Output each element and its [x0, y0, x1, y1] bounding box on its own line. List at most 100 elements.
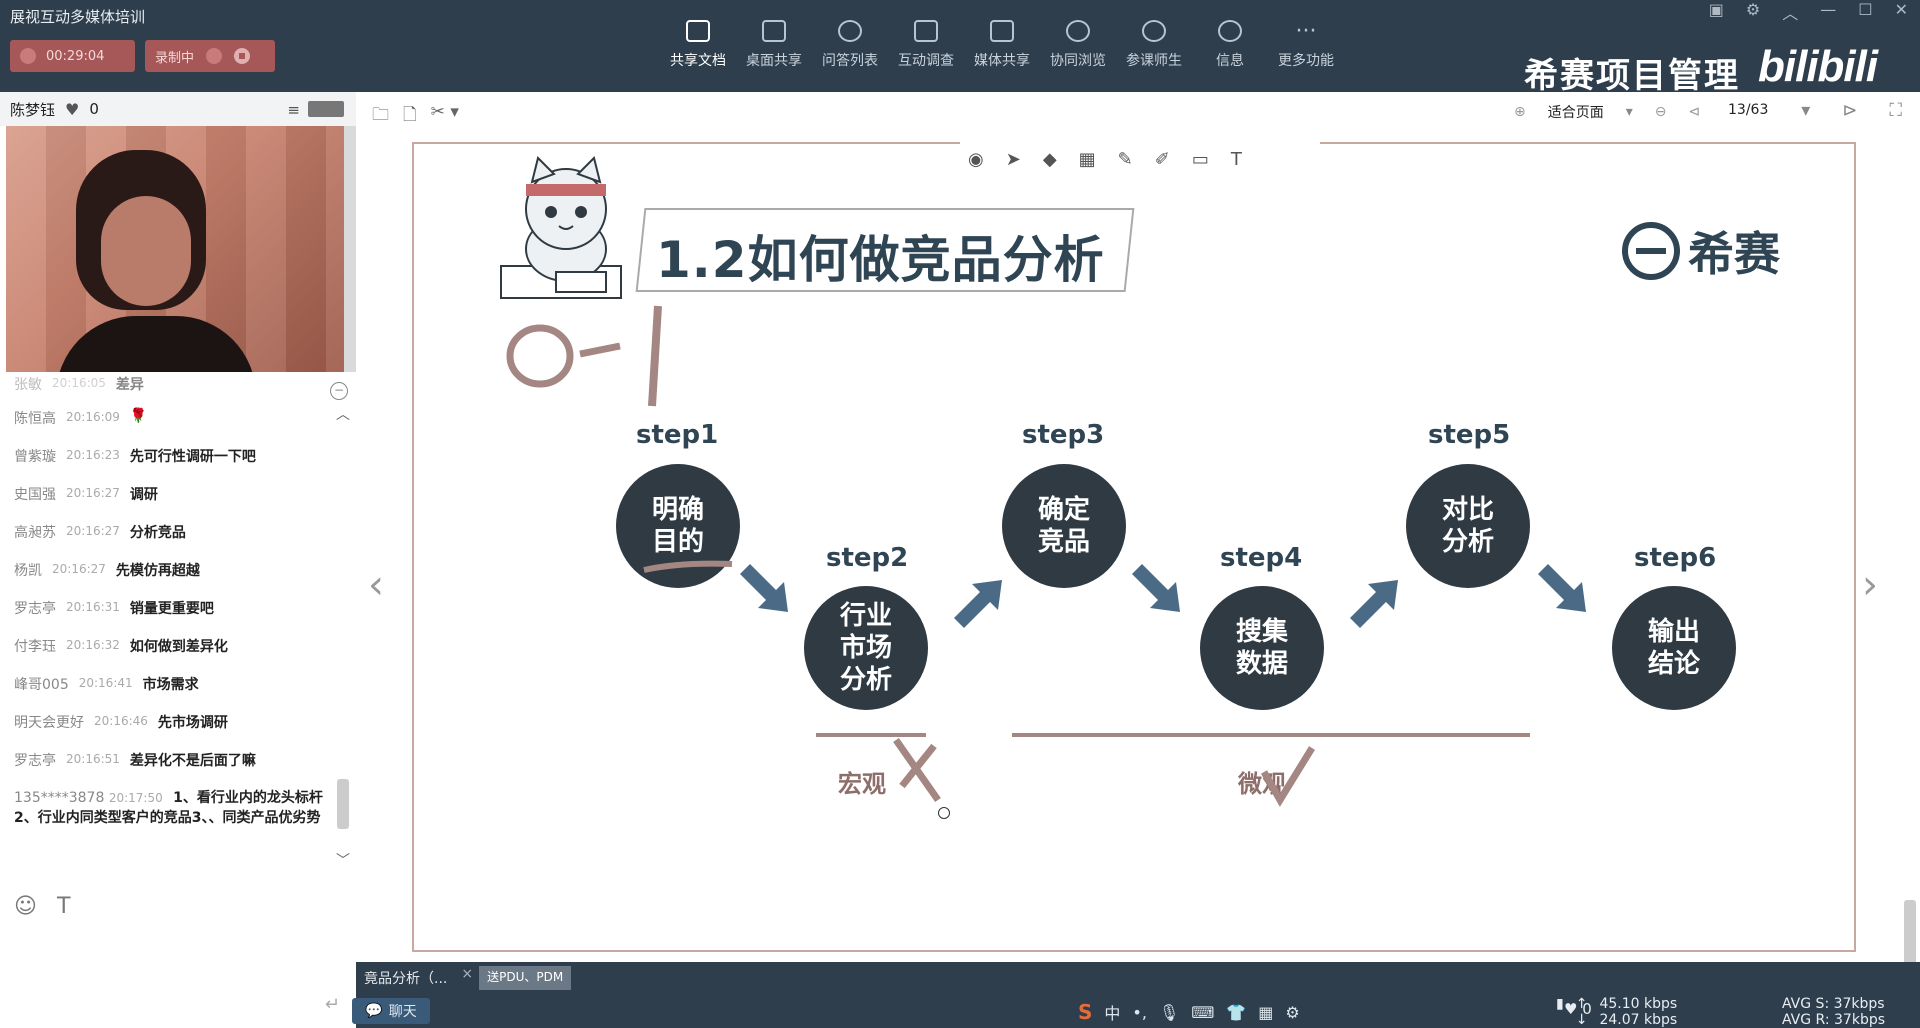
record-control[interactable]: 录制中	[145, 40, 275, 72]
slide-title: 1.2如何做竞品分析	[656, 231, 1105, 289]
collapse-chat-icon[interactable]: −	[330, 382, 348, 400]
close-icon[interactable]: ✕	[1895, 0, 1908, 24]
tool-label: 媒体共享	[974, 53, 1030, 69]
ink-zero-one	[506, 305, 662, 407]
doc-scroll-thumb[interactable]	[1904, 900, 1916, 970]
pointer-icon[interactable]: ➤	[1006, 149, 1021, 170]
rectangle-icon[interactable]: ▭	[1192, 149, 1209, 170]
compass-icon	[1066, 20, 1090, 42]
chat-message: 135****3878 20:17:50 1、看行业内的龙头标杆2、行业内同类型…	[14, 790, 323, 826]
close-tab-icon[interactable]: ×	[461, 966, 473, 990]
zoom-out-icon[interactable]: ⊖	[1655, 104, 1667, 120]
chat-input-area[interactable]: ↵	[0, 954, 356, 1028]
zoom-value: 适合页面	[1547, 105, 1604, 121]
stop-icon[interactable]	[234, 48, 251, 64]
step-circle: 搜集 数据	[1200, 586, 1324, 710]
tool-qa-list[interactable]: 问答列表	[812, 12, 888, 70]
net-down: 24.07 kbps	[1599, 1012, 1678, 1028]
send-icon[interactable]: ↵	[325, 994, 340, 1015]
tool-shared-doc[interactable]: 共享文档	[660, 12, 736, 70]
tool-label: 桌面共享	[746, 53, 802, 69]
ink-cross-mark	[893, 737, 941, 803]
tool-participants[interactable]: 参课师生	[1116, 12, 1192, 70]
microphone-icon[interactable]: 🎙	[1159, 1003, 1179, 1022]
emoji-icon[interactable]: ☺	[14, 894, 37, 919]
more-icon: ···	[1295, 18, 1317, 44]
eraser-icon[interactable]: ◆	[1043, 149, 1057, 170]
chevron-down-icon[interactable]: ﹀	[336, 850, 350, 870]
collapse-icon[interactable]: ︿	[1782, 0, 1798, 24]
tool-desktop-share[interactable]: 桌面共享	[736, 12, 812, 70]
open-folder-icon[interactable]: 🗀	[372, 102, 389, 131]
next-slide-icon[interactable]: ›	[1862, 562, 1878, 608]
grid-icon[interactable]: ▦	[1258, 1003, 1273, 1022]
like-count: 0	[89, 100, 99, 118]
page-indicator[interactable]: 13/63	[1728, 102, 1768, 118]
ime-language[interactable]: 中	[1104, 1000, 1120, 1024]
step-label: step6	[1634, 543, 1717, 573]
list-icon[interactable]: ≡	[287, 101, 300, 119]
tool-survey[interactable]: 互动调查	[888, 12, 964, 70]
tool-label: 共享文档	[670, 53, 726, 69]
timer-pill: 00:29:04	[10, 40, 135, 72]
video-menu[interactable]: ≡	[287, 101, 344, 119]
chevron-down-icon[interactable]: ▾	[1626, 104, 1633, 120]
zoom-in-icon[interactable]: ⊕	[1514, 104, 1526, 120]
settings-icon[interactable]: ⚙	[1746, 0, 1760, 24]
screenshot-icon[interactable]: ▣	[1709, 0, 1724, 24]
heart-icon[interactable]: ♥	[65, 100, 79, 119]
tool-more[interactable]: ··· 更多功能	[1268, 12, 1344, 70]
user-row: 陈梦钰 ♥ 0 ≡	[0, 92, 356, 126]
text-tool-icon[interactable]: T	[1231, 149, 1242, 170]
slide-logo-text: 希赛	[1688, 227, 1780, 281]
tool-media-share[interactable]: 媒体共享	[964, 12, 1040, 70]
scissors-icon[interactable]: ✂ ▾	[431, 102, 459, 131]
chat-tab[interactable]: 💬 聊天	[352, 998, 430, 1024]
chat-message: 罗志亭 20:16:31 销量更重要吧	[14, 600, 214, 617]
skin-icon[interactable]: 👕	[1226, 1003, 1246, 1022]
tool-co-browse[interactable]: 协同浏览	[1040, 12, 1116, 70]
people-icon	[1142, 20, 1166, 42]
tool-label: 信息	[1216, 53, 1244, 69]
arrow-down-right-icon	[740, 564, 788, 612]
chat-bubble-icon: 💬	[365, 1003, 383, 1019]
highlighter-icon[interactable]: ✐	[1155, 149, 1170, 170]
next-page-icon[interactable]: ⊳	[1842, 100, 1857, 121]
arrow-up-right-icon	[1350, 580, 1398, 628]
clock-icon	[20, 48, 36, 64]
chat-panel: − ︿ ﹀ 张敏 20:16:05 差异 陈恒高 20:16:09 🌹 曾紫璇 …	[0, 374, 356, 954]
text-format-icon[interactable]: T	[57, 894, 70, 919]
maximize-icon[interactable]: ☐	[1858, 0, 1872, 24]
keyboard-icon[interactable]: ⌨	[1191, 1003, 1214, 1022]
pen-icon[interactable]: ✎	[1118, 149, 1133, 170]
chevron-down-icon[interactable]: ▾	[1801, 100, 1810, 121]
pause-icon[interactable]	[206, 48, 223, 64]
arrow-down-right-icon	[1132, 564, 1180, 612]
step-circle: 行业 市场 分析	[804, 586, 928, 710]
punctuation-icon[interactable]: •,	[1132, 1003, 1147, 1022]
chat-scrollbar[interactable]: ︿ ﹀	[336, 404, 350, 869]
prev-page-icon[interactable]: ⊲	[1689, 104, 1701, 120]
step-label: step2	[826, 543, 909, 573]
top-bar: 展视互动多媒体培训 00:29:04 录制中 共享文档 桌面共享 问答列表 互动…	[0, 0, 1920, 96]
file-tab[interactable]: 竟品分析（...	[356, 966, 455, 990]
file-icon[interactable]: 🗋	[403, 102, 417, 131]
tool-info[interactable]: 信息	[1192, 12, 1268, 70]
step-circle: 确定 竞品	[1002, 464, 1126, 588]
chevron-up-icon[interactable]: ︿	[336, 404, 350, 424]
step-label: step5	[1428, 420, 1511, 450]
clear-icon[interactable]: ▦	[1079, 149, 1096, 170]
bilibili-logo: bilibili	[1758, 42, 1878, 91]
prev-slide-icon[interactable]: ‹	[368, 562, 384, 608]
chat-message: 明天会更好 20:16:46 先市场调研	[14, 714, 228, 731]
record-dot-icon[interactable]: ◉	[968, 149, 984, 170]
scroll-thumb[interactable]	[337, 779, 349, 829]
sogou-icon[interactable]: S	[1078, 1000, 1092, 1024]
chat-message: 史国强 20:16:27 调研	[14, 486, 158, 503]
minimize-icon[interactable]: —	[1820, 0, 1836, 24]
zoom-select[interactable]: ⊕ 适合页面 ▾ ⊖ ⊲	[1514, 102, 1700, 122]
file-tab[interactable]: 送PDU、PDM	[479, 966, 572, 990]
gear-icon[interactable]: ⚙	[1285, 1003, 1299, 1022]
fullscreen-icon[interactable]: ⛶	[1889, 100, 1902, 121]
video-toggle[interactable]	[308, 101, 344, 117]
